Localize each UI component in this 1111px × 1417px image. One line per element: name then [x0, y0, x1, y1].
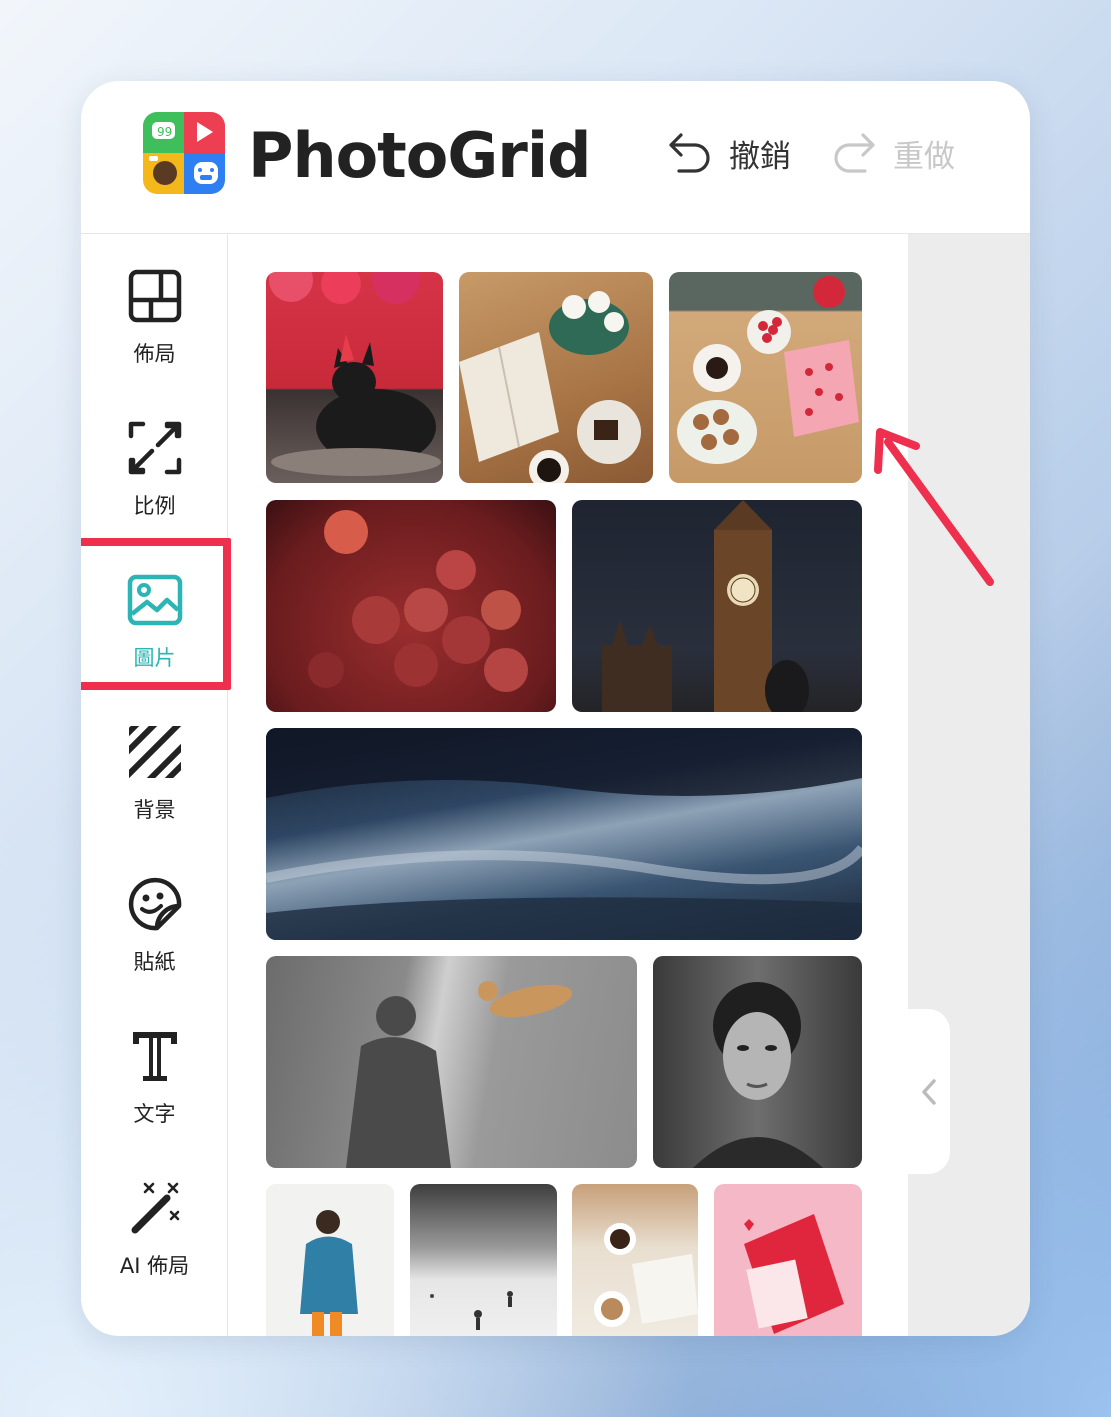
sidebar: 佈局 比例 圖片 背景 貼紙 文字 AI 佈局 — [81, 234, 231, 1336]
photo-tile[interactable] — [266, 500, 556, 712]
sidebar-item-label: 貼紙 — [133, 950, 176, 974]
svg-text:99: 99 — [157, 125, 172, 139]
redo-button[interactable]: 重做 — [831, 129, 955, 177]
photo-tile[interactable] — [266, 728, 862, 940]
collapse-panel-button[interactable] — [908, 1009, 950, 1174]
brand-name: PhotoGrid — [248, 119, 592, 192]
photo-tile[interactable] — [266, 1184, 394, 1336]
highlight-box — [81, 538, 231, 690]
redo-label: 重做 — [893, 138, 955, 175]
photo-tile[interactable] — [572, 500, 862, 712]
photo-tile[interactable] — [266, 956, 637, 1168]
layout-grid-icon — [128, 269, 181, 323]
sidebar-item-layout[interactable]: 佈局 — [81, 258, 228, 398]
redo-arrow-icon — [834, 133, 875, 173]
photo-tile[interactable] — [410, 1184, 557, 1336]
sidebar-item-ai-layout[interactable]: AI 佈局 — [81, 1170, 228, 1310]
sidebar-item-background[interactable]: 背景 — [81, 714, 228, 854]
photo-tile[interactable] — [572, 1184, 698, 1336]
photo-tile[interactable] — [653, 956, 862, 1168]
chevron-left-icon — [922, 1078, 936, 1105]
sidebar-item-text[interactable]: 文字 — [81, 1018, 228, 1158]
sidebar-item-label: AI 佈局 — [119, 1254, 190, 1278]
sidebar-item-label: 比例 — [133, 494, 176, 518]
undo-arrow-icon — [669, 133, 710, 173]
magic-wand-icon — [131, 1182, 179, 1234]
header: 99 PhotoGrid 撤銷 重做 — [81, 81, 1030, 234]
stripes-background-icon — [128, 726, 181, 778]
photogrid-logo-icon: 99 — [143, 112, 225, 194]
sidebar-item-ratio[interactable]: 比例 — [81, 410, 228, 550]
photo-tile[interactable] — [669, 272, 862, 483]
app-window: 99 PhotoGrid 撤銷 重做 佈局 比例 圖片 背景 貼紙 文字 AI … — [81, 81, 1030, 1336]
photo-grid — [228, 234, 908, 1336]
photo-tile[interactable] — [266, 272, 443, 483]
aspect-ratio-icon — [128, 421, 181, 475]
sidebar-item-label: 佈局 — [133, 342, 176, 366]
undo-button[interactable]: 撤銷 — [667, 129, 791, 177]
photo-tile[interactable] — [714, 1184, 862, 1336]
sticker-face-icon — [128, 877, 181, 931]
sidebar-item-label: 背景 — [133, 798, 176, 822]
sidebar-item-sticker[interactable]: 貼紙 — [81, 866, 228, 1006]
photo-tile[interactable] — [459, 272, 653, 483]
text-t-icon — [132, 1032, 177, 1081]
sidebar-item-label: 文字 — [133, 1102, 176, 1126]
undo-label: 撤銷 — [729, 138, 791, 175]
